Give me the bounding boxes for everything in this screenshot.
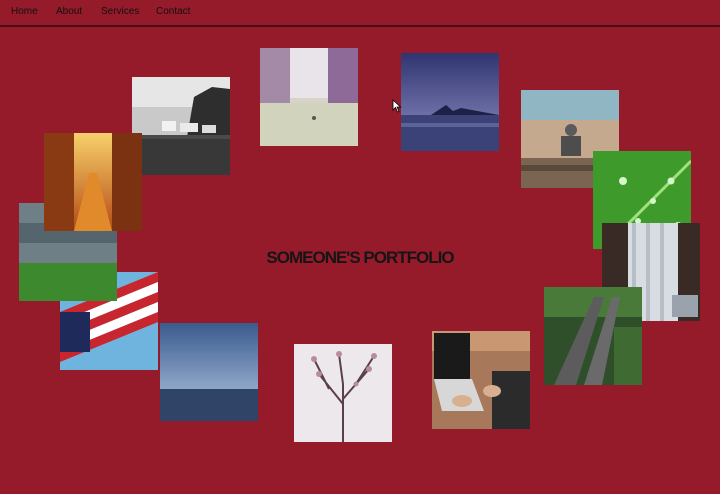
ocean-horizon-photo xyxy=(160,323,258,421)
gallery-tile-forest-railway[interactable] xyxy=(544,287,642,385)
gallery-tile-mountain-twilight[interactable] xyxy=(401,53,499,151)
gallery-tile-laptop[interactable] xyxy=(432,331,530,429)
nav-link-services[interactable]: Services xyxy=(101,6,139,17)
gallery-tile-sunlit-street[interactable] xyxy=(44,133,142,231)
nav-link-home[interactable]: Home xyxy=(11,6,38,17)
gallery-tile-blossom[interactable] xyxy=(294,344,392,442)
laptop-typing-photo xyxy=(432,331,530,429)
gallery-tile-misty-lake[interactable] xyxy=(260,48,358,146)
mountain-twilight-lake-photo xyxy=(401,53,499,151)
top-navbar: Home About Services Contact xyxy=(0,0,720,27)
sunlit-street-photo xyxy=(44,133,142,231)
coastal-village-photo xyxy=(132,77,230,175)
forest-railway-photo xyxy=(544,287,642,385)
misty-lake-photo xyxy=(260,48,358,146)
blossom-branches-photo xyxy=(294,344,392,442)
mouse-cursor-icon xyxy=(392,99,402,113)
nav-link-contact[interactable]: Contact xyxy=(156,6,190,17)
gallery-tile-coastal-village[interactable] xyxy=(132,77,230,175)
nav-link-about[interactable]: About xyxy=(56,6,82,17)
gallery-tile-ocean[interactable] xyxy=(160,323,258,421)
